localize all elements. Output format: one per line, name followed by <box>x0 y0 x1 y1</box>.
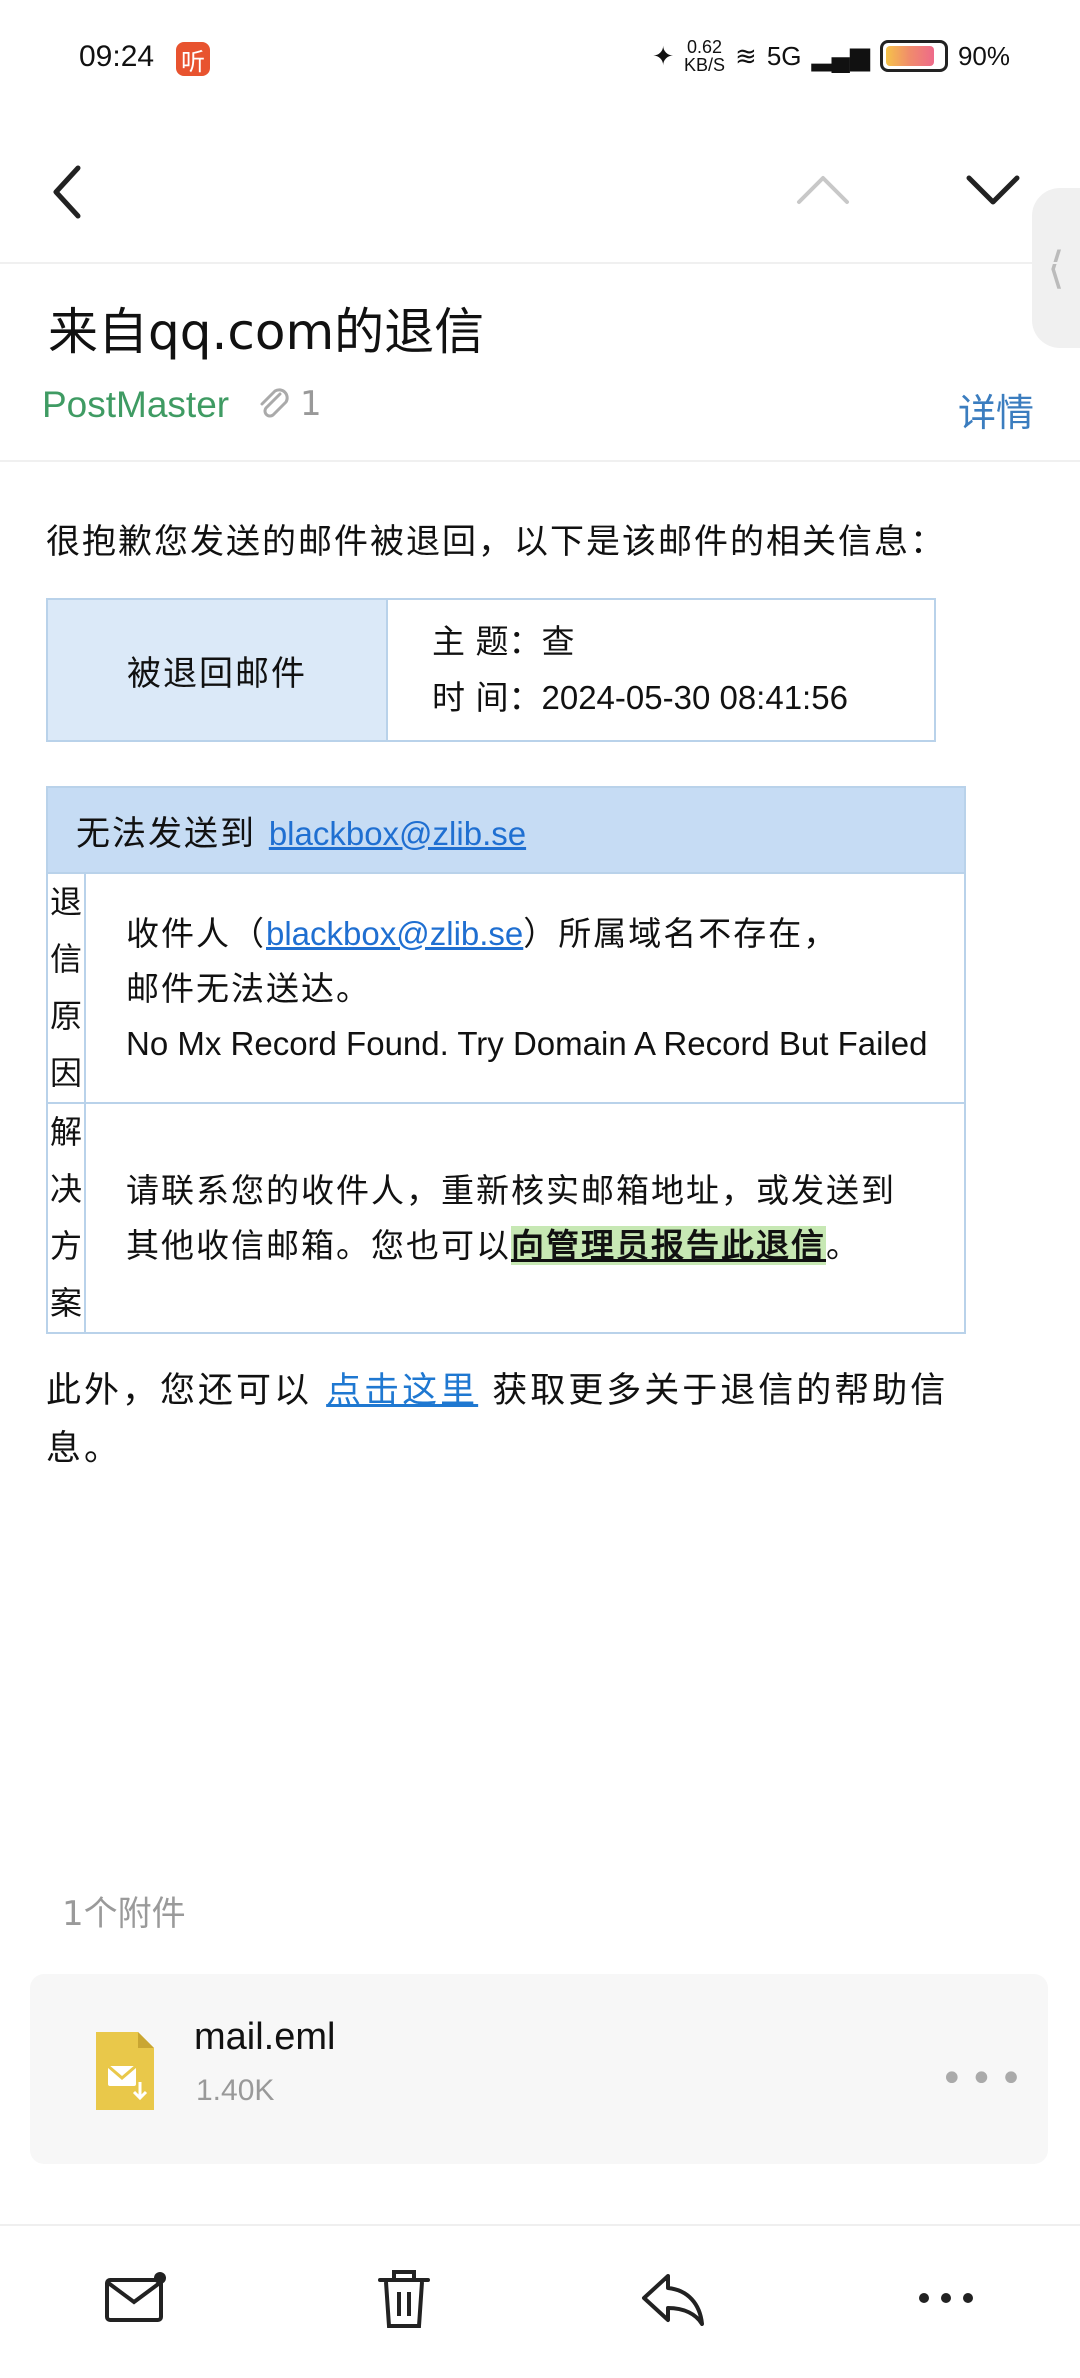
click-here-link[interactable]: 点击这里 <box>326 1371 478 1411</box>
subject-line: 主 题：查 <box>432 622 575 661</box>
more-help-text: 此外，您还可以 点击这里 获取更多关于退信的帮助信息。 <box>46 1371 949 1469</box>
chevron-down-icon[interactable] <box>965 170 1021 210</box>
battery-icon <box>879 40 948 72</box>
divider <box>0 460 1080 462</box>
status-icons: ✦ 0.62 KB/S ≋ 5G ▂▄▆ 90% <box>652 38 1010 74</box>
network-speed: 0.62 KB/S <box>684 37 726 75</box>
attachment-indicator[interactable]: 1 <box>254 384 322 424</box>
reason-side-label: 退信原因 <box>46 872 86 1104</box>
attachment-name[interactable]: mail.eml <box>194 2016 335 2059</box>
hotspot-icon: ✦ <box>652 40 675 71</box>
returned-mail-table: 被退回邮件 主 题：查 时 间：2024-05-30 08:41:56 <box>46 598 936 742</box>
bounce-detail-table: 无法发送到 blackbox@zlib.se 退信原因 收件人（blackbox… <box>46 786 966 1334</box>
cannot-send-header: 无法发送到 blackbox@zlib.se <box>46 786 966 874</box>
signal-icon: ▂▄▆ <box>811 40 870 71</box>
report-to-admin-link[interactable]: 向管理员报告此退信 <box>511 1226 826 1265</box>
more-icon[interactable] <box>916 2270 976 2326</box>
reason-english: No Mx Record Found. Try Domain A Record … <box>126 1024 928 1062</box>
app-notification-icon: 听 <box>176 42 210 76</box>
email-subject: 来自qq.com的退信 <box>48 303 485 361</box>
sender-name[interactable]: PostMaster <box>42 384 229 426</box>
chevron-left-icon[interactable] <box>48 162 88 222</box>
eml-file-icon <box>96 2032 154 2110</box>
battery-percent: 90% <box>957 40 1010 71</box>
solution-side-label: 解决方案 <box>46 1102 86 1334</box>
recipient-link-inline[interactable]: blackbox@zlib.se <box>266 915 523 952</box>
reason-cell: 收件人（blackbox@zlib.se）所属域名不存在， 邮件无法送达。 No… <box>84 872 966 1104</box>
attachment-count-label: 1个附件 <box>62 1894 186 1934</box>
mail-icon[interactable] <box>104 2270 168 2326</box>
signal-label: 5G <box>766 40 802 71</box>
returned-mail-label: 被退回邮件 <box>46 598 388 742</box>
solution-cell: 请联系您的收件人，重新核实邮箱地址，或发送到其他收信邮箱。您也可以向管理员报告此… <box>84 1102 966 1334</box>
divider <box>0 262 1080 264</box>
attachment-size: 1.40K <box>196 2074 275 2107</box>
details-link[interactable]: 详情 <box>958 382 1034 437</box>
chevron-up-icon[interactable] <box>795 170 851 210</box>
attachment-count: 1 <box>300 384 322 424</box>
wifi-icon: ≋ <box>735 40 757 71</box>
intro-text: 很抱歉您发送的邮件被退回，以下是该邮件的相关信息： <box>46 522 946 562</box>
status-time: 09:24 <box>79 40 155 73</box>
side-handle-icon[interactable]: ⟨ <box>1032 188 1080 348</box>
reply-icon[interactable] <box>640 2270 706 2326</box>
returned-mail-info: 主 题：查 时 间：2024-05-30 08:41:56 <box>386 598 936 742</box>
paperclip-icon <box>260 388 289 418</box>
attachment-more-icon[interactable]: ••• <box>940 2056 1029 2102</box>
attachment-card[interactable] <box>30 1974 1048 2164</box>
time-line: 时 间：2024-05-30 08:41:56 <box>432 678 848 717</box>
trash-icon[interactable] <box>376 2270 432 2330</box>
recipient-link[interactable]: blackbox@zlib.se <box>269 815 526 852</box>
